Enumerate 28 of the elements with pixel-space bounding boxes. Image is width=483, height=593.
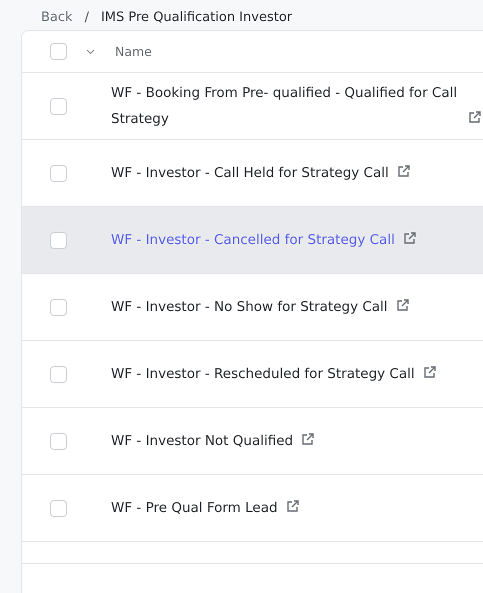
row-checkbox[interactable] bbox=[50, 500, 67, 516]
chevron-down-icon[interactable] bbox=[86, 48, 95, 54]
row-name-link[interactable]: WF - Investor - Cancelled for Strategy Call bbox=[111, 227, 395, 253]
column-header[interactable]: Name bbox=[115, 44, 152, 59]
row-checkbox[interactable] bbox=[50, 298, 67, 316]
row-name-link[interactable]: WF - Pre Qual Form Lead bbox=[111, 495, 278, 521]
row-name-link[interactable]: WF - Investor - No Show for Strategy Call bbox=[111, 294, 388, 320]
external-link-icon[interactable] bbox=[301, 433, 314, 446]
external-link-icon[interactable] bbox=[402, 232, 416, 245]
row-name-link[interactable]: WF - Investor Not Qualified bbox=[111, 428, 294, 454]
external-link-icon[interactable] bbox=[286, 500, 299, 513]
row-checkbox[interactable] bbox=[50, 164, 67, 182]
row-checkbox[interactable] bbox=[50, 432, 67, 450]
row-name-link[interactable]: WF - Investor - Call Held for Strategy Call bbox=[111, 160, 389, 186]
external-link-icon[interactable] bbox=[396, 299, 409, 312]
external-link-icon[interactable] bbox=[468, 111, 481, 124]
row-checkbox[interactable] bbox=[50, 366, 67, 382]
page-title: IMS Pre Qualification Investor bbox=[100, 10, 292, 24]
row-name-link[interactable]: WF - Investor - Rescheduled for Strategy Call bbox=[111, 361, 415, 387]
row-name-link[interactable]: WF - Booking From Pre- qualified - Qualified for Call Strategy bbox=[111, 80, 460, 132]
table-row[interactable]: WF - Investor - Cancelled for Strategy Call bbox=[22, 207, 483, 274]
external-link-icon[interactable] bbox=[422, 366, 436, 379]
breadcrumb-separator: / bbox=[84, 10, 89, 24]
row-checkbox[interactable] bbox=[50, 232, 67, 248]
row-checkbox[interactable] bbox=[50, 98, 67, 114]
external-link-icon[interactable] bbox=[396, 165, 410, 178]
select-all-checkbox[interactable] bbox=[50, 43, 67, 60]
back-link[interactable]: Back bbox=[41, 10, 73, 24]
